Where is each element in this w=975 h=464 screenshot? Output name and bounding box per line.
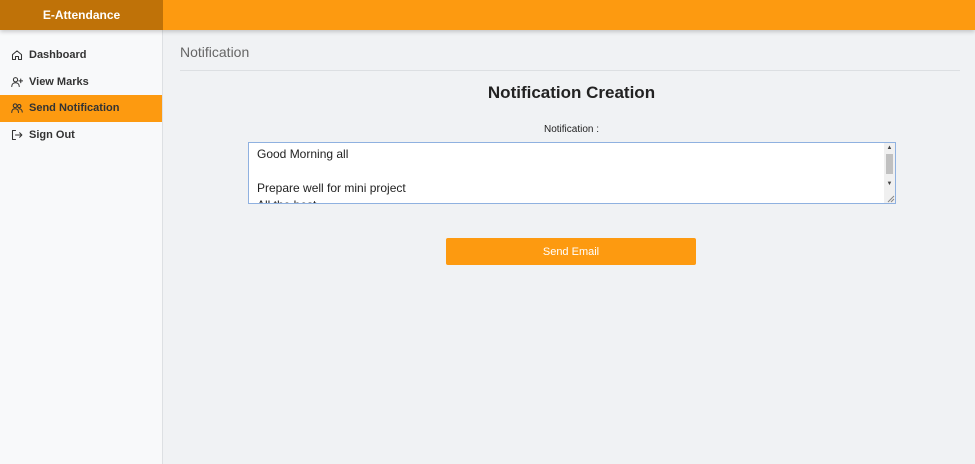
brand-logo[interactable]: E-Attendance [0, 0, 163, 30]
sidebar-item-send-notification[interactable]: Send Notification [0, 95, 162, 122]
scroll-down-arrow-icon[interactable]: ▼ [884, 179, 895, 189]
title-divider [180, 70, 960, 71]
sidebar-item-label: Send Notification [29, 102, 120, 115]
notification-label: Notification : [543, 124, 600, 135]
sidebar-item-dashboard[interactable]: Dashboard [0, 42, 162, 69]
top-navbar: E-Attendance [0, 0, 975, 30]
scroll-up-arrow-icon[interactable]: ▲ [884, 143, 895, 153]
resize-grip-icon[interactable] [885, 193, 895, 203]
form-heading: Notification Creation [487, 83, 656, 102]
users-icon [11, 103, 23, 114]
notification-textarea[interactable] [248, 142, 896, 204]
sidebar: Dashboard View Marks Send Notification S… [0, 30, 163, 464]
sign-out-icon [11, 129, 23, 140]
sidebar-item-label: View Marks [29, 75, 89, 88]
page-title: Notification [180, 44, 250, 60]
sidebar-item-label: Dashboard [29, 49, 87, 62]
sidebar-item-label: Sign Out [29, 128, 75, 141]
sidebar-item-view-marks[interactable]: View Marks [0, 69, 162, 96]
home-icon [11, 50, 23, 61]
notification-textarea-wrapper: ▲ ▼ [248, 142, 896, 204]
main-content: Notification Notification Creation Notif… [180, 30, 960, 265]
sidebar-item-sign-out[interactable]: Sign Out [0, 122, 162, 149]
send-email-button[interactable]: Send Email [446, 238, 696, 265]
scroll-thumb[interactable] [886, 154, 893, 174]
user-plus-icon [11, 76, 23, 87]
